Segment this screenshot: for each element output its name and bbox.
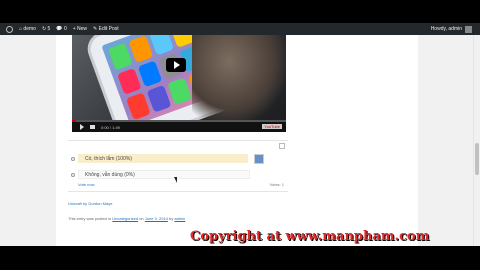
poll-footer: Vote now Votes: 1 <box>78 182 284 187</box>
poll-option-label: Không, vẫn dùng (0%) <box>85 171 135 178</box>
poll-widget: Có, thích lắm (100%) Không, vẫn dùng (0%… <box>68 140 288 192</box>
video-player[interactable] <box>72 35 286 132</box>
play-button[interactable] <box>166 58 186 72</box>
copyright-watermark: Copyright at www.manpham.com <box>190 229 430 244</box>
radio-icon[interactable] <box>71 156 75 161</box>
vote-link[interactable]: Vote now <box>78 182 94 187</box>
app-icon <box>167 77 193 106</box>
category-link[interactable]: Uncategorized <box>112 216 138 221</box>
updates-link[interactable]: ↻ 5 <box>42 26 50 32</box>
video-controls: 0:00 / 1:49 YouTube <box>72 122 286 132</box>
wordpress-icon <box>6 25 13 33</box>
hand-image <box>192 35 286 123</box>
app-icon <box>126 92 151 121</box>
my-account-menu[interactable]: Howdy, admin <box>431 23 472 35</box>
app-icon <box>169 35 195 48</box>
new-content-link[interactable]: + New <box>73 26 87 32</box>
wp-logo-menu[interactable] <box>6 25 13 33</box>
author-link[interactable]: admin <box>174 216 185 221</box>
app-icon <box>149 35 174 56</box>
voter-avatar <box>254 154 264 164</box>
powered-by-link[interactable]: Unicraft by Gordon Maye <box>68 201 112 206</box>
mouse-cursor-icon <box>174 177 177 183</box>
post-meta: This entry was posted in Uncategorized o… <box>68 216 185 221</box>
comments-link[interactable]: 💬 0 <box>56 26 66 32</box>
poll-option-label: Có, thích lắm (100%) <box>85 155 132 162</box>
user-avatar <box>465 25 472 33</box>
radio-icon[interactable] <box>71 172 75 177</box>
app-icon <box>128 35 154 63</box>
volume-icon[interactable] <box>90 125 95 129</box>
app-icon <box>107 42 133 71</box>
poll-option-no[interactable]: Không, vẫn dùng (0%) <box>71 170 135 179</box>
app-icon <box>146 85 172 113</box>
app-icon <box>116 67 142 96</box>
posted-prefix: This entry was posted in <box>68 216 112 221</box>
admin-bar: ⌂ demo ↻ 5 💬 0 + New ✎ Edit Post Howdy, … <box>0 23 480 35</box>
poll-option-yes[interactable]: Có, thích lắm (100%) <box>71 154 132 163</box>
poll-total-votes: Votes: 1 <box>269 182 284 187</box>
control-play-icon[interactable] <box>80 124 84 130</box>
date-link[interactable]: June 3, 2014 <box>145 216 168 221</box>
youtube-logo[interactable]: YouTube <box>262 124 282 129</box>
scrollbar-track[interactable] <box>473 35 480 246</box>
play-icon <box>173 61 180 69</box>
posted-by: by <box>169 216 174 221</box>
user-greeting: Howdy, admin <box>430 26 462 32</box>
site-name-link[interactable]: ⌂ demo <box>19 26 36 32</box>
posted-on: on <box>139 216 144 221</box>
video-time: 0:00 / 1:49 <box>101 124 120 130</box>
poll-toggle-icon[interactable] <box>279 143 285 149</box>
app-icon <box>137 60 163 88</box>
edit-post-link[interactable]: ✎ Edit Post <box>93 26 119 32</box>
scrollbar-thumb[interactable] <box>475 143 479 175</box>
